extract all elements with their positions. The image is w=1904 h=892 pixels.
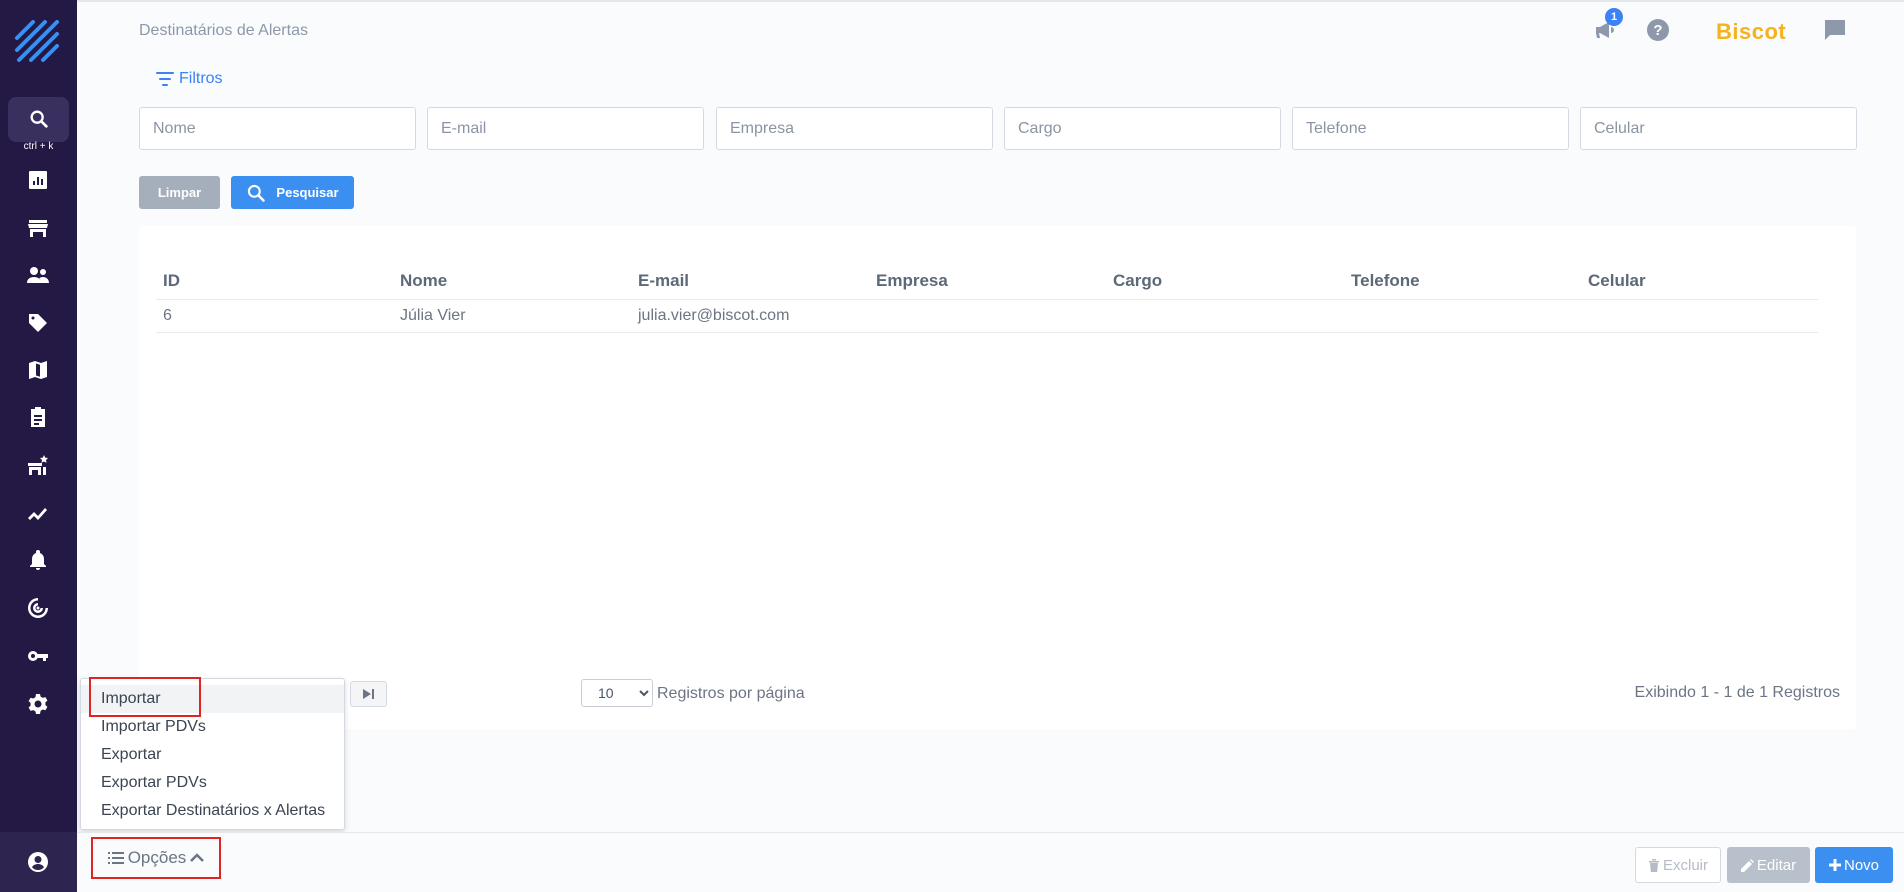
key-icon[interactable] — [25, 643, 51, 669]
filter-celular-input[interactable] — [1580, 107, 1857, 150]
per-page-label: Registros por página — [657, 685, 805, 702]
brand-logo[interactable]: Biscot — [1716, 19, 1786, 45]
bottom-action-bar — [77, 832, 1904, 892]
trash-icon — [1648, 858, 1659, 872]
page-title: Destinatários de Alertas — [139, 22, 308, 39]
options-button[interactable]: Opções — [91, 837, 221, 879]
edit-label: Editar — [1756, 856, 1797, 874]
users-icon[interactable] — [25, 262, 51, 288]
dashboard-chart-icon[interactable] — [25, 167, 51, 193]
pencil-icon — [1740, 858, 1754, 872]
svg-text:?: ? — [1653, 22, 1662, 39]
chat-icon[interactable] — [1823, 18, 1847, 47]
column-header-id[interactable]: ID — [156, 263, 393, 300]
filters-toggle[interactable]: Filtros — [155, 70, 223, 88]
clear-button[interactable]: Limpar — [139, 176, 220, 209]
account-icon[interactable] — [25, 849, 51, 875]
settings-icon[interactable] — [25, 691, 51, 717]
chevron-up-icon — [190, 853, 205, 862]
tag-icon[interactable] — [25, 310, 51, 336]
new-button[interactable]: Novo — [1815, 847, 1893, 883]
column-header-telefone[interactable]: Telefone — [1344, 263, 1581, 300]
per-page-select[interactable]: 10 — [581, 679, 653, 707]
top-border — [77, 0, 1904, 2]
menu-item-exportar-pdvs[interactable]: Exportar PDVs — [81, 769, 344, 797]
store-star-icon[interactable] — [25, 453, 51, 479]
filter-telefone-input[interactable] — [1292, 107, 1569, 150]
cell-empresa — [869, 299, 1106, 333]
radar-icon[interactable] — [25, 595, 51, 621]
trend-line-icon[interactable] — [25, 500, 51, 526]
search-button[interactable]: Pesquisar — [231, 176, 354, 209]
store-icon[interactable] — [25, 215, 51, 241]
importar-highlight-box — [89, 677, 201, 717]
column-header-empresa[interactable]: Empresa — [869, 263, 1106, 300]
filter-icon — [156, 72, 174, 86]
cell-email: julia.vier@biscot.com — [631, 299, 869, 333]
results-table: ID Nome E-mail Empresa Cargo Telefone Ce… — [156, 263, 1818, 333]
last-page-button[interactable] — [350, 681, 387, 707]
filters-label: Filtros — [179, 70, 223, 87]
logo-icon[interactable] — [13, 18, 61, 64]
delete-button[interactable]: Excluir — [1635, 847, 1721, 883]
cell-telefone — [1344, 299, 1581, 333]
options-label: Opções — [127, 848, 187, 867]
clipboard-icon[interactable] — [25, 404, 51, 430]
column-header-nome[interactable]: Nome — [393, 263, 631, 300]
cell-id: 6 — [156, 299, 393, 333]
map-icon[interactable] — [25, 357, 51, 383]
delete-label: Excluir — [1662, 856, 1708, 874]
menu-item-exportar[interactable]: Exportar — [81, 741, 344, 769]
list-icon — [107, 852, 124, 864]
filter-cargo-input[interactable] — [1004, 107, 1281, 150]
sidebar: ctrl + k — [0, 0, 77, 892]
plus-icon — [1828, 859, 1841, 871]
column-header-email[interactable]: E-mail — [631, 263, 869, 300]
cell-cargo — [1106, 299, 1344, 333]
global-search-button[interactable] — [8, 97, 69, 142]
help-icon[interactable]: ? — [1646, 18, 1670, 47]
filter-email-input[interactable] — [427, 107, 704, 150]
profile-area — [0, 832, 77, 892]
table-header-row: ID Nome E-mail Empresa Cargo Telefone Ce… — [156, 263, 1818, 300]
cell-nome: Júlia Vier — [393, 299, 631, 333]
results-card: ID Nome E-mail Empresa Cargo Telefone Ce… — [139, 226, 1856, 729]
edit-button[interactable]: Editar — [1727, 847, 1810, 883]
filter-nome-input[interactable] — [139, 107, 416, 150]
new-label: Novo — [1843, 856, 1880, 874]
skip-last-icon — [362, 689, 374, 699]
search-icon — [248, 184, 266, 202]
cell-celular — [1581, 299, 1818, 333]
column-header-celular[interactable]: Celular — [1581, 263, 1818, 300]
table-row[interactable]: 6 Júlia Vier julia.vier@biscot.com — [156, 299, 1818, 333]
bell-icon[interactable] — [25, 547, 51, 573]
search-button-label: Pesquisar — [276, 185, 339, 200]
notification-badge: 1 — [1605, 8, 1623, 26]
search-shortcut-hint: ctrl + k — [23, 141, 54, 152]
menu-item-importar-pdvs[interactable]: Importar PDVs — [81, 713, 344, 741]
records-info: Exibindo 1 - 1 de 1 Registros — [1634, 684, 1840, 701]
menu-item-exportar-destinatarios-alertas[interactable]: Exportar Destinatários x Alertas — [81, 797, 344, 825]
filter-empresa-input[interactable] — [716, 107, 993, 150]
search-icon — [30, 110, 48, 128]
column-header-cargo[interactable]: Cargo — [1106, 263, 1344, 300]
